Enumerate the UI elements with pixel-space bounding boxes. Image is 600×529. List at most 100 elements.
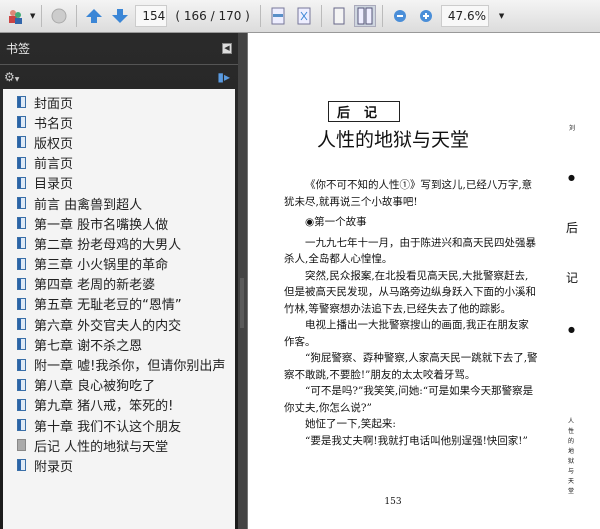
bookmark-icon	[17, 237, 26, 250]
single-page-icon[interactable]	[328, 5, 350, 27]
bookmark-icon	[17, 358, 26, 371]
margin-running-title: 人性的地狱与天堂	[568, 418, 575, 495]
bookmark-icon	[17, 459, 26, 472]
margin-section-2: 记	[566, 271, 579, 285]
bookmark-item[interactable]: 第九章 猪八戒，笨死的!	[3, 395, 235, 415]
paragraph: 突然,民众报案,在北投看见高天民,大批警察赶去,但是被高天民发现，从马路旁边纵身…	[284, 269, 536, 315]
zoom-input[interactable]: 47.6%	[440, 5, 489, 27]
bookmark-icon	[17, 338, 26, 351]
users-icon[interactable]	[4, 5, 26, 27]
margin-author: 刘	[569, 125, 576, 132]
bookmark-item[interactable]: 第五章 无耻老豆的“恩情”	[3, 294, 235, 314]
bookmark-icon	[17, 378, 26, 391]
bookmark-icon	[17, 136, 26, 149]
bookmark-item[interactable]: 目录页	[3, 173, 235, 193]
section-heading: 后记	[328, 101, 401, 122]
page-number: 153	[384, 497, 402, 507]
globe-icon[interactable]	[48, 5, 70, 27]
bookmark-icon	[17, 257, 26, 270]
bookmark-icon	[17, 197, 26, 210]
bookmark-label: 第四章 老周的新老婆	[34, 278, 156, 294]
bookmark-label: 第五章 无耻老豆的“恩情”	[34, 298, 182, 314]
margin-dot: ●	[568, 325, 575, 334]
next-page-icon[interactable]	[109, 5, 131, 27]
bookmark-label: 版权页	[34, 136, 74, 152]
toolbar: ▼ 154 ( 166 / 170 ) 47.6% ▼	[0, 0, 600, 33]
bookmark-label: 第二章 扮老母鸡的大男人	[34, 237, 182, 253]
bookmark-item[interactable]: 后记 人性的地狱与天堂	[3, 435, 235, 455]
panel-title: 书签	[6, 42, 31, 56]
page-body: 《你不可不知的人性①》写到这儿,已经八万字,意犹未尽,就再说三个小故事吧! ◉第一…	[284, 177, 538, 449]
bookmark-label: 封面页	[34, 96, 74, 112]
bookmark-item[interactable]: 第七章 谢不杀之恩	[3, 334, 235, 354]
chapter-title: 人性的地狱与天堂	[316, 129, 469, 151]
paragraph: 一九九七年十一月，由于陈进兴和高天民四处强暴杀人,全岛都人心惶惶。	[284, 236, 536, 266]
bookmark-icon	[17, 277, 26, 290]
divider	[320, 5, 322, 27]
bookmark-label: 第七章 谢不杀之恩	[34, 338, 143, 354]
margin-section: 后	[566, 221, 579, 235]
page-number-input[interactable]: 154	[135, 5, 168, 27]
bookmark-item[interactable]: 第二章 扮老母鸡的大男人	[3, 233, 235, 253]
bookmark-item[interactable]: 第三章 小火锅里的革命	[3, 254, 235, 274]
bookmark-label: 第九章 猪八戒，笨死的!	[34, 399, 174, 415]
panel-splitter[interactable]	[238, 33, 247, 529]
gear-options-icon[interactable]: ⚙▼	[4, 70, 19, 84]
bookmark-item[interactable]: 第一章 股市名嘴换人做	[3, 213, 235, 233]
two-page-icon[interactable]	[353, 5, 376, 27]
paragraph: 《你不可不知的人性①》写到这儿,已经八万字,意犹未尽,就再说三个小故事吧!	[284, 179, 533, 208]
bookmark-label: 第一章 股市名嘴换人做	[34, 217, 169, 233]
divider	[41, 5, 43, 27]
bookmark-label: 第十章 我们不认这个朋友	[34, 419, 182, 435]
zoom-in-icon[interactable]	[415, 5, 437, 27]
bookmark-label: 第六章 外交官夫人的内交	[34, 318, 182, 334]
zoom-dropdown-icon[interactable]: ▼	[499, 12, 504, 20]
bookmark-item[interactable]: 第十章 我们不认这个朋友	[3, 415, 235, 435]
bookmark-item[interactable]: 附一章 嘘!我杀你，但请你别出声	[3, 354, 235, 374]
paragraph: “要是我丈夫啊!我就打电话叫他别逞强!快回家!”	[305, 434, 528, 447]
bookmark-item[interactable]: 版权页	[3, 132, 235, 152]
margin-dot: ●	[568, 173, 575, 182]
dropdown-icon[interactable]: ▼	[30, 12, 35, 20]
page-count: ( 166 / 170 )	[175, 9, 250, 23]
divider	[76, 5, 78, 27]
bookmark-icon	[17, 156, 26, 169]
bookmark-icon	[17, 176, 26, 189]
paragraph: “可不是吗?”我笑笑,问她:“可是如果今天那警察是你丈夫,你怎么说?”	[284, 385, 534, 414]
bookmark-icon	[17, 297, 26, 310]
bookmark-item[interactable]: 前言 由禽兽到超人	[3, 193, 235, 213]
bookmark-label: 前言 由禽兽到超人	[34, 197, 143, 213]
expand-bookmark-icon[interactable]: ▮▸	[217, 70, 230, 84]
collapse-panel-icon[interactable]: ◀	[222, 43, 232, 54]
paragraph: “狗屁警察、孬种警察,人家高天民一跳就下去了,警察不敢跳,不要脸!”朋友的太太咬…	[284, 352, 538, 381]
bookmark-item[interactable]: 第四章 老周的新老婆	[3, 274, 235, 294]
fit-page-icon[interactable]	[293, 5, 315, 27]
bookmark-item[interactable]: 附录页	[3, 455, 235, 475]
document-page: 后记 人性的地狱与天堂 《你不可不知的人性①》写到这儿,已经八万字,意犹未尽,就…	[247, 33, 600, 529]
bookmark-label: 附一章 嘘!我杀你，但请你别出声	[34, 359, 226, 375]
bookmark-item[interactable]: 前言页	[3, 153, 235, 173]
bookmark-icon	[17, 116, 26, 129]
bookmark-item[interactable]: 第八章 良心被狗吃了	[3, 375, 235, 395]
splitter-grip[interactable]	[240, 278, 244, 328]
bookmark-current-icon	[17, 439, 26, 452]
bookmark-item[interactable]: 书名页	[3, 112, 235, 132]
paragraph: 电视上播出一大批警察搜山的画面,我正在朋友家作客。	[284, 319, 529, 348]
bookmark-item[interactable]: 第六章 外交官夫人的内交	[3, 314, 235, 334]
bookmark-label: 目录页	[34, 177, 74, 193]
divider	[259, 5, 261, 27]
zoom-out-icon[interactable]	[389, 5, 411, 27]
bookmark-icon	[17, 217, 26, 230]
bookmark-icon	[17, 419, 26, 432]
bookmark-item[interactable]: 封面页	[3, 92, 235, 112]
bookmark-icon	[17, 96, 26, 109]
bookmark-list: 封面页书名页版权页 前言页目录页前言 由禽兽到超人第一章 股市名嘴换人做 第二章 扮…	[3, 89, 235, 529]
paragraph: 她怔了一下,笑起来:	[305, 418, 396, 430]
bookmark-label: 附录页	[34, 459, 74, 475]
fit-width-icon[interactable]	[267, 5, 289, 27]
bookmark-label: 书名页	[34, 116, 74, 132]
previous-page-icon[interactable]	[83, 5, 105, 27]
divider	[381, 5, 383, 27]
bookmark-icon	[17, 398, 26, 411]
bookmark-label: 第八章 良心被狗吃了	[34, 379, 156, 395]
